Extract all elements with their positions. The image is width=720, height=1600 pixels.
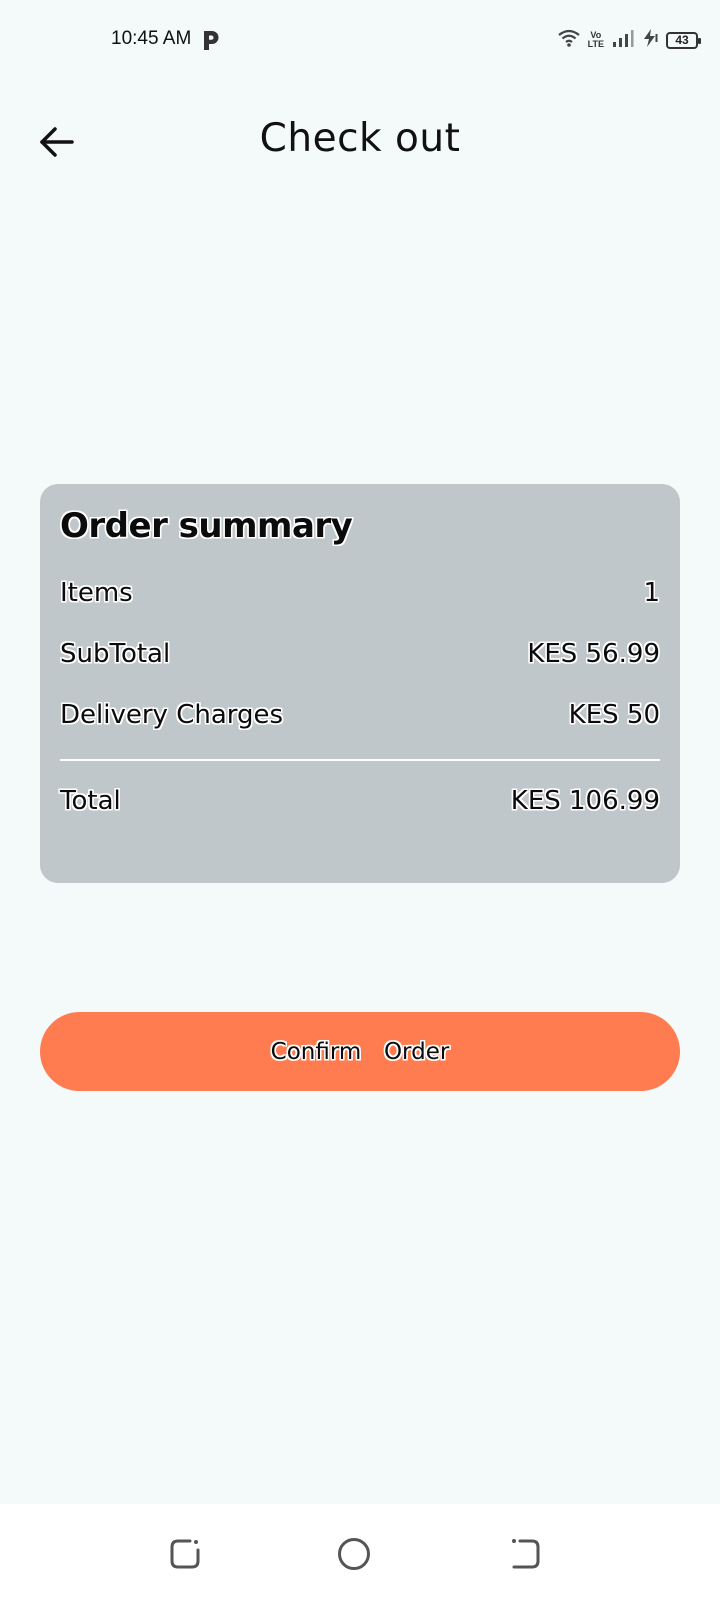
confirm-order-button[interactable]: Confirm Order	[40, 1012, 680, 1091]
home-icon	[338, 1538, 370, 1570]
total-value: KES 106.99	[510, 786, 660, 816]
confirm-order-label: Confirm Order	[270, 1038, 450, 1065]
total-label: Total	[60, 786, 121, 816]
order-summary-card: Order summary Items 1 SubTotal KES 56.99…	[40, 484, 680, 883]
back-nav-button[interactable]	[505, 1534, 545, 1574]
signal-icon	[612, 29, 634, 52]
system-nav-bar	[0, 1504, 720, 1600]
summary-row-total: Total KES 106.99	[60, 775, 660, 827]
charging-icon	[642, 28, 658, 53]
status-time: 10:45 AM	[111, 28, 192, 49]
back-nav-icon	[512, 1539, 540, 1569]
recents-icon	[170, 1539, 200, 1569]
page-title: Check out	[259, 116, 461, 161]
items-value: 1	[643, 577, 660, 608]
delivery-label: Delivery Charges	[60, 699, 284, 730]
volte-icon: Vo LTE	[588, 31, 604, 49]
order-summary-title: Order summary	[60, 506, 353, 546]
items-label: Items	[60, 577, 133, 608]
summary-row-items: Items 1	[60, 562, 660, 623]
recents-button[interactable]	[165, 1534, 205, 1574]
wifi-icon	[557, 29, 580, 52]
summary-row-delivery: Delivery Charges KES 50	[60, 684, 660, 745]
status-bar: 10:45 AM Vo LTE 43	[0, 0, 720, 82]
subtotal-label: SubTotal	[60, 638, 171, 669]
volte-bottom-label: LTE	[587, 39, 604, 49]
delivery-value: KES 50	[568, 699, 660, 730]
parking-icon	[201, 28, 221, 52]
summary-divider	[60, 759, 660, 761]
battery-level: 43	[675, 33, 689, 47]
status-icons: Vo LTE 43	[557, 26, 701, 54]
subtotal-value: KES 56.99	[527, 638, 660, 669]
home-button[interactable]	[334, 1534, 374, 1574]
battery-icon: 43	[666, 31, 701, 49]
summary-row-subtotal: SubTotal KES 56.99	[60, 623, 660, 684]
